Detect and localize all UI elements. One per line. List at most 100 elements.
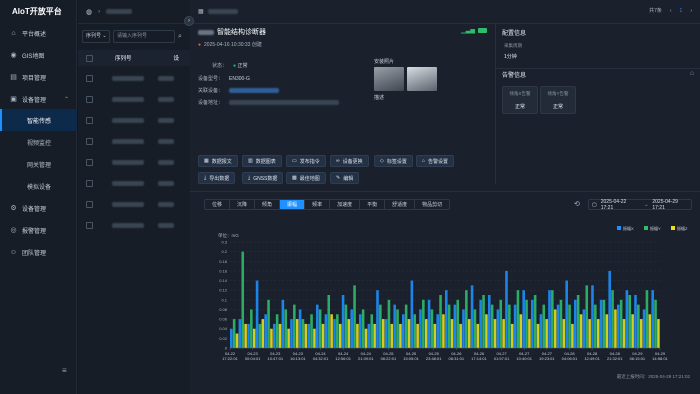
battery-icon — [478, 28, 487, 33]
btn-label: 数据图表 — [255, 158, 276, 165]
pager-prev-icon[interactable]: ‹ — [670, 8, 672, 14]
expand-handle-icon[interactable]: › — [184, 16, 194, 26]
table-row[interactable] — [78, 194, 190, 215]
tab-balance[interactable]: 平衡 — [360, 200, 386, 209]
bar — [304, 323, 308, 348]
tab-amplitude[interactable]: 振幅 — [280, 200, 306, 209]
bar — [490, 304, 494, 348]
row-checkbox[interactable] — [86, 179, 93, 187]
filter-select-value: 序列号 — [86, 33, 102, 39]
bar — [654, 299, 657, 348]
history-icon[interactable]: ⟲ — [574, 200, 580, 208]
table-row[interactable] — [78, 110, 190, 131]
nav-device-settings[interactable]: ⚙ 设备管理 — [0, 197, 77, 219]
data-packet-button[interactable]: ▦ 数据报文 — [198, 155, 238, 167]
table-row[interactable] — [78, 173, 190, 194]
search-icon[interactable]: ⌕ — [178, 30, 182, 43]
y-tick-label: 0 — [225, 346, 228, 351]
row-checkbox[interactable] — [86, 221, 93, 229]
tag-settings-button[interactable]: ◇ 标签设置 — [374, 155, 413, 167]
row-checkbox[interactable] — [86, 95, 93, 103]
nav-gis[interactable]: ◉ GIS地图 — [0, 44, 77, 66]
nav-overview[interactable]: ⌂ 平台概述 — [0, 22, 77, 44]
bar — [571, 323, 574, 348]
table-row[interactable] — [78, 89, 190, 110]
send-command-button[interactable]: ▭ 发布指令 — [286, 155, 326, 167]
table-row[interactable] — [78, 152, 190, 173]
bar — [467, 319, 471, 348]
x-tick-time: 10:40:01 — [516, 356, 532, 361]
gnss-button[interactable]: ⤓ GNSS数据 — [242, 172, 284, 184]
related-link-redacted[interactable] — [229, 88, 280, 93]
nav-label: 设备管理 — [22, 97, 47, 104]
install-photo-1[interactable] — [374, 67, 404, 91]
row-serial-redacted — [112, 159, 144, 165]
edit-button[interactable]: ✎ 编辑 — [330, 172, 360, 184]
x-tick-time: 06:15:01 — [630, 356, 646, 361]
nav-device-mgmt[interactable]: ▣ 设备管理 ⌃ — [0, 88, 77, 110]
row-checkbox[interactable] — [86, 74, 93, 82]
bar — [424, 319, 428, 348]
best-map-button[interactable]: ▩ 最佳地图 — [286, 172, 326, 184]
detail-topbar: ▦ — [190, 0, 700, 24]
bar — [565, 280, 568, 348]
tab-tilt[interactable]: 倾角 — [255, 200, 281, 209]
nav-team[interactable]: ☺ 团队管理 — [0, 241, 77, 263]
search-input[interactable]: 请输入序列号 — [113, 30, 175, 43]
nav-smart-sensor[interactable]: 智能传感 — [0, 109, 77, 131]
btn-label: 标签设置 — [386, 158, 407, 165]
alarm-settings-button[interactable]: ⌂ 告警设置 — [416, 155, 455, 167]
legend-label: 振幅Y — [650, 225, 661, 231]
pager-next-icon[interactable]: › — [690, 8, 692, 14]
tab-comfort[interactable]: 舒适度 — [385, 200, 416, 209]
bar — [648, 314, 652, 348]
filter-select[interactable]: 序列号 ⌄ — [82, 30, 110, 43]
alarm-y-label: 倾角Y告警 — [547, 91, 569, 96]
nav-projects[interactable]: ▤ 项目管理 — [0, 66, 77, 88]
install-photo-2[interactable] — [407, 67, 437, 91]
tab-frequency[interactable]: 频率 — [305, 200, 331, 209]
pager-current[interactable]: 1 — [680, 8, 683, 14]
table-row[interactable] — [78, 68, 190, 89]
bar — [651, 290, 654, 348]
replace-device-button[interactable]: ∞ 设备更换 — [330, 155, 369, 167]
bar — [381, 319, 385, 348]
row-serial-redacted — [112, 96, 144, 102]
table-row[interactable] — [78, 131, 190, 152]
x-tick-time: 12:49:01 — [584, 356, 600, 361]
model-value: EN300-G — [229, 76, 250, 82]
row-checkbox[interactable] — [86, 137, 93, 145]
menu-collapse-icon[interactable]: ≡ — [62, 366, 67, 375]
topbar-redacted — [207, 9, 238, 14]
nav-alarms[interactable]: ◎ 报警管理 — [0, 219, 77, 241]
config-title: 配置信息 — [502, 31, 527, 37]
tab-shear[interactable]: 物品剪切 — [415, 200, 449, 209]
map-icon: ◉ — [10, 52, 17, 59]
detail-panel: ▦ 共7条 ‹ 1 › 智能结构诊断器 ● 2025-04-16 10:30:3… — [190, 0, 700, 394]
tab-acceleration[interactable]: 加速度 — [330, 200, 361, 209]
date-range-picker[interactable]: ▢ 2025-04-22 17:21 → 2025-04-29 17:21 — [588, 199, 692, 211]
table-row[interactable] — [78, 215, 190, 236]
bar — [321, 323, 325, 348]
row-checkbox[interactable] — [86, 158, 93, 166]
bar — [505, 270, 508, 348]
model-field: 设备型号： EN300-G — [198, 75, 250, 82]
alarm-title: 告警信息 — [502, 73, 527, 79]
data-chart-button[interactable]: ▥ 数据图表 — [242, 155, 282, 167]
bar — [657, 319, 660, 348]
nav-gateway[interactable]: 网关管理 — [0, 153, 77, 175]
select-all-checkbox[interactable] — [86, 54, 93, 62]
export-button[interactable]: ⤓ 导出数据 — [198, 172, 236, 184]
bar — [645, 290, 649, 348]
tab-settlement[interactable]: 沉降 — [230, 200, 256, 209]
bar — [330, 314, 333, 348]
nav-simulated[interactable]: 模拟设备 — [0, 175, 77, 197]
command-icon: ▭ — [292, 158, 297, 164]
device-created: ● 2025-04-16 10:30:33 创建 — [198, 41, 495, 49]
y-tick-label: 0.08 — [219, 307, 228, 312]
row-serial-redacted — [112, 201, 144, 207]
tab-displacement[interactable]: 位移 — [205, 200, 231, 209]
row-checkbox[interactable] — [86, 116, 93, 124]
row-checkbox[interactable] — [86, 200, 93, 208]
nav-video[interactable]: 视频监控 — [0, 131, 77, 153]
